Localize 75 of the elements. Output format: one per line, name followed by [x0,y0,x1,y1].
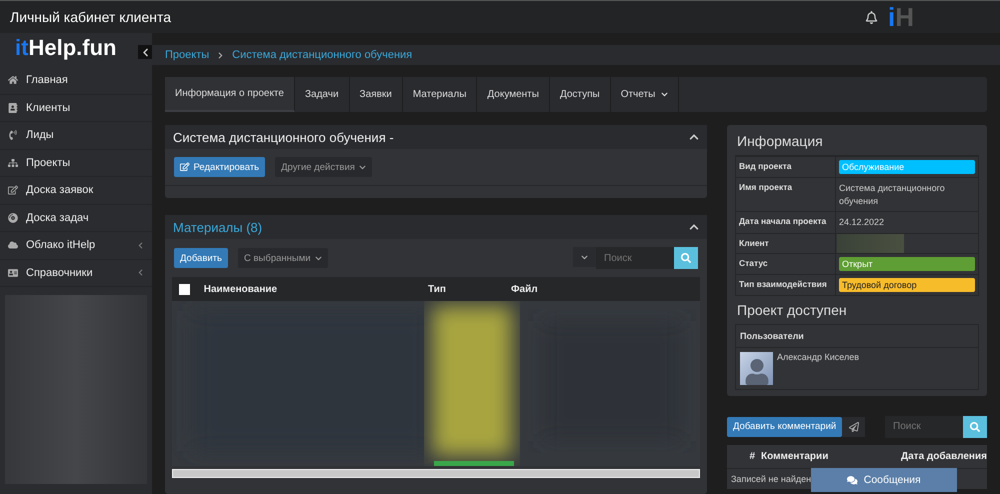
edit-icon [180,162,190,172]
hierarchy-icon [8,158,18,168]
blurred-area [837,234,904,253]
edit-button[interactable]: Редактировать [174,157,266,177]
chevron-icon [137,242,144,249]
avatar-icon [740,352,773,385]
caret-icon [661,91,668,98]
sidebar-item[interactable]: Доска заявок [0,177,152,204]
sidebar-item[interactable]: Главная [0,67,152,94]
chevron-icon [217,52,224,58]
collapse-button[interactable] [138,45,152,59]
column-header: Пользователи [736,324,978,348]
column-header: Дата добавления [900,450,987,462]
column-header: Наименование [202,284,278,294]
field-label: Имя проекта [736,178,836,212]
breadcrumb-link[interactable]: Проекты [165,49,210,61]
caret-icon [358,164,366,170]
field-label: Статус [736,254,836,274]
edit-icon [8,185,18,196]
collapse-icon[interactable] [689,222,699,232]
search-field[interactable]: Поиск [885,416,963,438]
field-value: Система дистанционного обучения [838,182,946,208]
bell-icon[interactable] [865,10,878,24]
search-icon [681,253,691,263]
sidebar-item[interactable]: Доска задач [0,204,152,232]
add-button[interactable]: Добавить [174,248,228,268]
add-comment-button[interactable]: Добавить комментарий [727,416,842,437]
page-title: Личный кабинет клиента [10,9,172,25]
field-label: Клиент [736,234,836,253]
tab[interactable]: Информация о проекте [165,77,295,112]
panel-title: Материалы (8) [173,220,264,234]
empty-message: Записей не найден [730,474,811,484]
search-button[interactable] [963,416,987,438]
status-label: Открыт [839,256,975,271]
sidebar-item[interactable]: Клиенты [0,94,152,122]
collapse-icon[interactable] [689,132,699,142]
actions-dropdown[interactable]: Другие действия [275,157,372,177]
search-field[interactable]: Поиск [596,247,674,269]
column-header: Комментарии [760,450,830,462]
column-header: Файл [510,284,539,294]
sidebar-item[interactable]: Лиды [0,122,152,150]
caret-icon [314,254,322,262]
messages-button[interactable]: Сообщения [811,468,957,492]
section-title: Информация [737,133,824,149]
sidebar-item[interactable]: Облако itHelp [0,232,152,260]
house-icon [8,75,18,86]
field-label: Дата начала проекта [736,212,836,233]
site-logo: itHelp.fun [15,35,116,61]
field-label: Вид проекта [736,157,836,177]
chevron-icon [137,269,144,276]
phone-icon [8,130,18,140]
column-header: Тип [426,284,447,294]
bulk-actions-dropdown[interactable]: С выбранными [238,248,328,268]
sidebar-item[interactable]: Проекты [0,150,152,177]
status-label: Трудовой договор [839,278,975,292]
contact-book-icon [8,102,18,113]
breadcrumb-link[interactable]: Система дистанционного обучения [232,49,412,61]
scrollbar[interactable] [172,469,700,478]
field-label: Тип взаимодействия [736,274,836,295]
chat-icon [847,474,858,486]
search-icon [970,422,980,432]
checkbox[interactable] [179,284,190,294]
panel-title: Система дистанционного обучения - [173,130,395,144]
send-button[interactable] [842,416,866,437]
user-name: Александр Киселев [777,352,860,364]
chevron-icon [140,48,150,56]
field-value: 24.12.2022 [838,216,886,230]
cloud-icon [8,240,18,250]
status-label: Обслуживание [839,160,975,174]
sidebar-item[interactable]: Справочники [0,260,152,287]
section-title: Проект доступен [737,302,848,318]
caret-icon [581,254,588,260]
column-header: # [748,450,755,462]
id-card-icon [8,268,18,278]
paper-plane-icon [848,422,859,432]
